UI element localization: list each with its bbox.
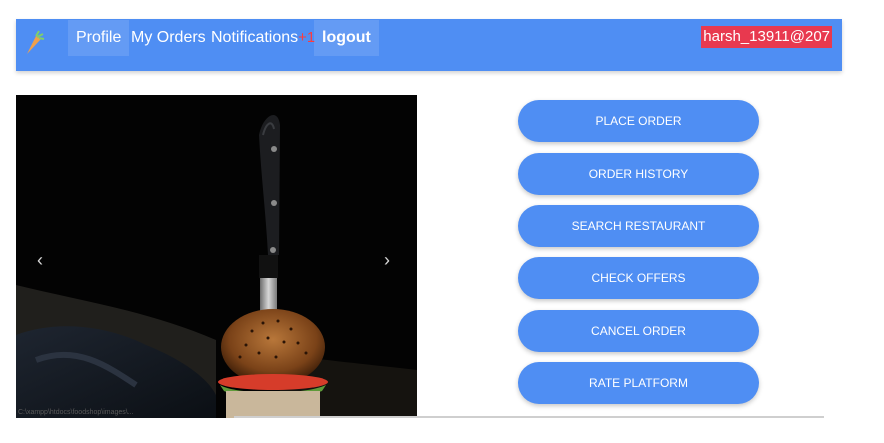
nav-notifications-link[interactable]: Notifications+1	[211, 20, 315, 56]
order-history-button[interactable]: ORDER HISTORY	[518, 153, 759, 195]
rate-platform-button[interactable]: RATE PLATFORM	[518, 362, 759, 404]
logout-link[interactable]: logout	[314, 20, 379, 56]
notifications-badge: +1	[298, 29, 316, 46]
search-restaurant-button[interactable]: SEARCH RESTAURANT	[518, 205, 759, 247]
username-badge: harsh_13911@207	[701, 26, 832, 48]
image-carousel: ‹ › C:\xampp\htdocs\foodshop\images\...	[16, 95, 417, 418]
carousel-caption: C:\xampp\htdocs\foodshop\images\...	[18, 409, 134, 416]
burger-image	[16, 95, 417, 418]
carrot-logo-icon[interactable]	[22, 29, 46, 57]
nav-profile-link[interactable]: Profile	[68, 20, 130, 56]
horizontal-scrollbar[interactable]	[234, 416, 824, 418]
top-navbar: Profile My Orders Notifications+1 logout…	[16, 19, 842, 71]
place-order-button[interactable]: PLACE ORDER	[518, 100, 759, 142]
nav-my-orders-link[interactable]: My Orders	[131, 20, 206, 56]
notifications-label: Notifications	[211, 29, 299, 46]
carousel-prev-button[interactable]: ‹	[20, 245, 60, 275]
check-offers-button[interactable]: CHECK OFFERS	[518, 257, 759, 299]
carousel-next-button[interactable]: ›	[367, 245, 407, 275]
cancel-order-button[interactable]: CANCEL ORDER	[518, 310, 759, 352]
